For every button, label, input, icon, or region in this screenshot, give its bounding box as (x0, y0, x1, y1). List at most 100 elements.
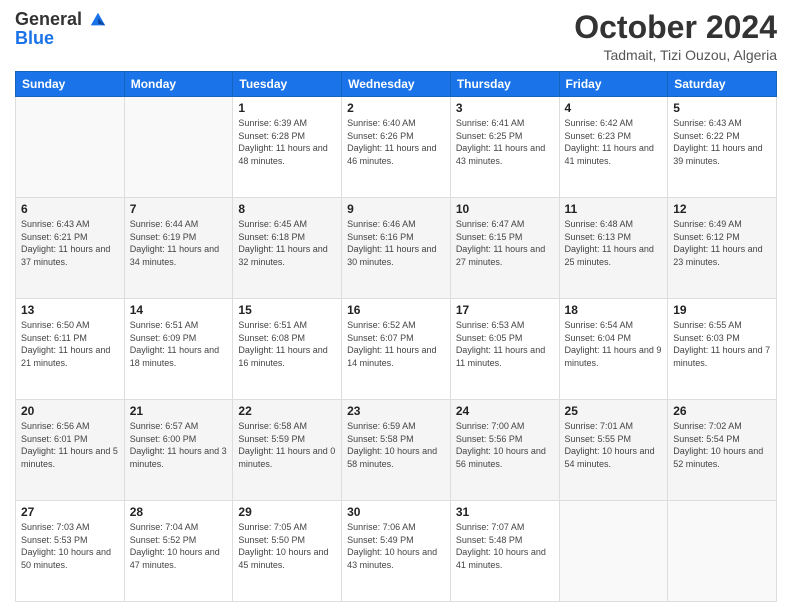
day-number: 17 (456, 303, 554, 317)
table-row: 29Sunrise: 7:05 AM Sunset: 5:50 PM Dayli… (233, 501, 342, 602)
calendar-header-row: Sunday Monday Tuesday Wednesday Thursday… (16, 72, 777, 97)
day-info: Sunrise: 6:54 AM Sunset: 6:04 PM Dayligh… (565, 319, 663, 369)
table-row: 6 Sunrise: 6:43 AM Sunset: 6:21 PM Daylig… (16, 198, 125, 299)
day-number: 12 (673, 202, 771, 216)
day-number: 4 (565, 101, 663, 115)
day-number: 10 (456, 202, 554, 216)
table-row: 3 Sunrise: 6:41 AM Sunset: 6:25 PM Daylig… (450, 97, 559, 198)
day-info: Sunrise: 6:43 AM Sunset: 6:22 PM Dayligh… (673, 117, 771, 167)
day-info: Sunrise: 6:43 AM Sunset: 6:21 PM Dayligh… (21, 218, 119, 268)
calendar-week-1: 1 Sunrise: 6:39 AM Sunset: 6:28 PM Daylig… (16, 97, 777, 198)
calendar-table: Sunday Monday Tuesday Wednesday Thursday… (15, 71, 777, 602)
table-row: 8Sunrise: 6:45 AM Sunset: 6:18 PM Daylig… (233, 198, 342, 299)
month-title: October 2024 (574, 10, 777, 45)
logo-text: General (15, 10, 107, 30)
day-info: Sunrise: 6:51 AM Sunset: 6:08 PM Dayligh… (238, 319, 336, 369)
day-info: Sunrise: 6:39 AM Sunset: 6:28 PM Dayligh… (238, 117, 336, 167)
table-row: 1 Sunrise: 6:39 AM Sunset: 6:28 PM Daylig… (233, 97, 342, 198)
day-info: Sunrise: 6:57 AM Sunset: 6:00 PM Dayligh… (130, 420, 228, 470)
logo-blue: Blue (15, 28, 107, 49)
calendar-week-3: 13Sunrise: 6:50 AM Sunset: 6:11 PM Dayli… (16, 299, 777, 400)
col-tuesday: Tuesday (233, 72, 342, 97)
day-info: Sunrise: 6:44 AM Sunset: 6:19 PM Dayligh… (130, 218, 228, 268)
table-row: 2 Sunrise: 6:40 AM Sunset: 6:26 PM Daylig… (342, 97, 451, 198)
header: General Blue October 2024 Tadmait, Tizi … (15, 10, 777, 63)
day-number: 18 (565, 303, 663, 317)
day-number: 5 (673, 101, 771, 115)
table-row: 22Sunrise: 6:58 AM Sunset: 5:59 PM Dayli… (233, 400, 342, 501)
table-row (668, 501, 777, 602)
day-info: Sunrise: 6:45 AM Sunset: 6:18 PM Dayligh… (238, 218, 336, 268)
day-number: 27 (21, 505, 119, 519)
day-number: 16 (347, 303, 445, 317)
logo: General Blue (15, 10, 107, 49)
table-row: 13Sunrise: 6:50 AM Sunset: 6:11 PM Dayli… (16, 299, 125, 400)
day-number: 6 (21, 202, 119, 216)
table-row: 28 Sunrise: 7:04 AM Sunset: 5:52 PM Dayli… (124, 501, 233, 602)
day-info: Sunrise: 6:47 AM Sunset: 6:15 PM Dayligh… (456, 218, 554, 268)
table-row (16, 97, 125, 198)
day-number: 1 (238, 101, 336, 115)
day-info: Sunrise: 7:01 AM Sunset: 5:55 PM Dayligh… (565, 420, 663, 470)
col-friday: Friday (559, 72, 668, 97)
day-number: 20 (21, 404, 119, 418)
day-info: Sunrise: 7:05 AM Sunset: 5:50 PM Dayligh… (238, 521, 336, 571)
table-row: 11Sunrise: 6:48 AM Sunset: 6:13 PM Dayli… (559, 198, 668, 299)
day-info: Sunrise: 6:58 AM Sunset: 5:59 PM Dayligh… (238, 420, 336, 470)
table-row: 10 Sunrise: 6:47 AM Sunset: 6:15 PM Dayli… (450, 198, 559, 299)
table-row: 26Sunrise: 7:02 AM Sunset: 5:54 PM Dayli… (668, 400, 777, 501)
location-title: Tadmait, Tizi Ouzou, Algeria (574, 47, 777, 63)
title-area: October 2024 Tadmait, Tizi Ouzou, Algeri… (574, 10, 777, 63)
day-number: 2 (347, 101, 445, 115)
table-row: 14Sunrise: 6:51 AM Sunset: 6:09 PM Dayli… (124, 299, 233, 400)
calendar-week-5: 27 Sunrise: 7:03 AM Sunset: 5:53 PM Dayli… (16, 501, 777, 602)
day-number: 3 (456, 101, 554, 115)
table-row: 15Sunrise: 6:51 AM Sunset: 6:08 PM Dayli… (233, 299, 342, 400)
day-info: Sunrise: 6:48 AM Sunset: 6:13 PM Dayligh… (565, 218, 663, 268)
table-row: 25 Sunrise: 7:01 AM Sunset: 5:55 PM Dayli… (559, 400, 668, 501)
day-number: 7 (130, 202, 228, 216)
day-number: 25 (565, 404, 663, 418)
day-info: Sunrise: 6:55 AM Sunset: 6:03 PM Dayligh… (673, 319, 771, 369)
day-info: Sunrise: 6:53 AM Sunset: 6:05 PM Dayligh… (456, 319, 554, 369)
col-thursday: Thursday (450, 72, 559, 97)
day-number: 28 (130, 505, 228, 519)
day-info: Sunrise: 6:56 AM Sunset: 6:01 PM Dayligh… (21, 420, 119, 470)
day-number: 24 (456, 404, 554, 418)
table-row (124, 97, 233, 198)
table-row: 9Sunrise: 6:46 AM Sunset: 6:16 PM Daylig… (342, 198, 451, 299)
day-info: Sunrise: 7:04 AM Sunset: 5:52 PM Dayligh… (130, 521, 228, 571)
day-info: Sunrise: 6:40 AM Sunset: 6:26 PM Dayligh… (347, 117, 445, 167)
col-sunday: Sunday (16, 72, 125, 97)
day-info: Sunrise: 6:42 AM Sunset: 6:23 PM Dayligh… (565, 117, 663, 167)
day-info: Sunrise: 7:03 AM Sunset: 5:53 PM Dayligh… (21, 521, 119, 571)
day-info: Sunrise: 6:46 AM Sunset: 6:16 PM Dayligh… (347, 218, 445, 268)
table-row: 27 Sunrise: 7:03 AM Sunset: 5:53 PM Dayli… (16, 501, 125, 602)
page: General Blue October 2024 Tadmait, Tizi … (0, 0, 792, 612)
table-row: 18 Sunrise: 6:54 AM Sunset: 6:04 PM Dayli… (559, 299, 668, 400)
day-info: Sunrise: 7:07 AM Sunset: 5:48 PM Dayligh… (456, 521, 554, 571)
day-number: 30 (347, 505, 445, 519)
col-saturday: Saturday (668, 72, 777, 97)
table-row: 16 Sunrise: 6:52 AM Sunset: 6:07 PM Dayli… (342, 299, 451, 400)
day-number: 31 (456, 505, 554, 519)
table-row: 30 Sunrise: 7:06 AM Sunset: 5:49 PM Dayli… (342, 501, 451, 602)
day-info: Sunrise: 6:50 AM Sunset: 6:11 PM Dayligh… (21, 319, 119, 369)
table-row: 5 Sunrise: 6:43 AM Sunset: 6:22 PM Daylig… (668, 97, 777, 198)
table-row: 12Sunrise: 6:49 AM Sunset: 6:12 PM Dayli… (668, 198, 777, 299)
day-info: Sunrise: 7:06 AM Sunset: 5:49 PM Dayligh… (347, 521, 445, 571)
day-info: Sunrise: 6:52 AM Sunset: 6:07 PM Dayligh… (347, 319, 445, 369)
table-row: 23 Sunrise: 6:59 AM Sunset: 5:58 PM Dayli… (342, 400, 451, 501)
col-wednesday: Wednesday (342, 72, 451, 97)
day-info: Sunrise: 6:59 AM Sunset: 5:58 PM Dayligh… (347, 420, 445, 470)
logo-icon (89, 11, 107, 29)
day-info: Sunrise: 6:41 AM Sunset: 6:25 PM Dayligh… (456, 117, 554, 167)
table-row: 24 Sunrise: 7:00 AM Sunset: 5:56 PM Dayli… (450, 400, 559, 501)
day-number: 23 (347, 404, 445, 418)
day-number: 21 (130, 404, 228, 418)
table-row: 21 Sunrise: 6:57 AM Sunset: 6:00 PM Dayli… (124, 400, 233, 501)
table-row: 20 Sunrise: 6:56 AM Sunset: 6:01 PM Dayli… (16, 400, 125, 501)
day-info: Sunrise: 7:02 AM Sunset: 5:54 PM Dayligh… (673, 420, 771, 470)
table-row: 31 Sunrise: 7:07 AM Sunset: 5:48 PM Dayli… (450, 501, 559, 602)
day-info: Sunrise: 7:00 AM Sunset: 5:56 PM Dayligh… (456, 420, 554, 470)
